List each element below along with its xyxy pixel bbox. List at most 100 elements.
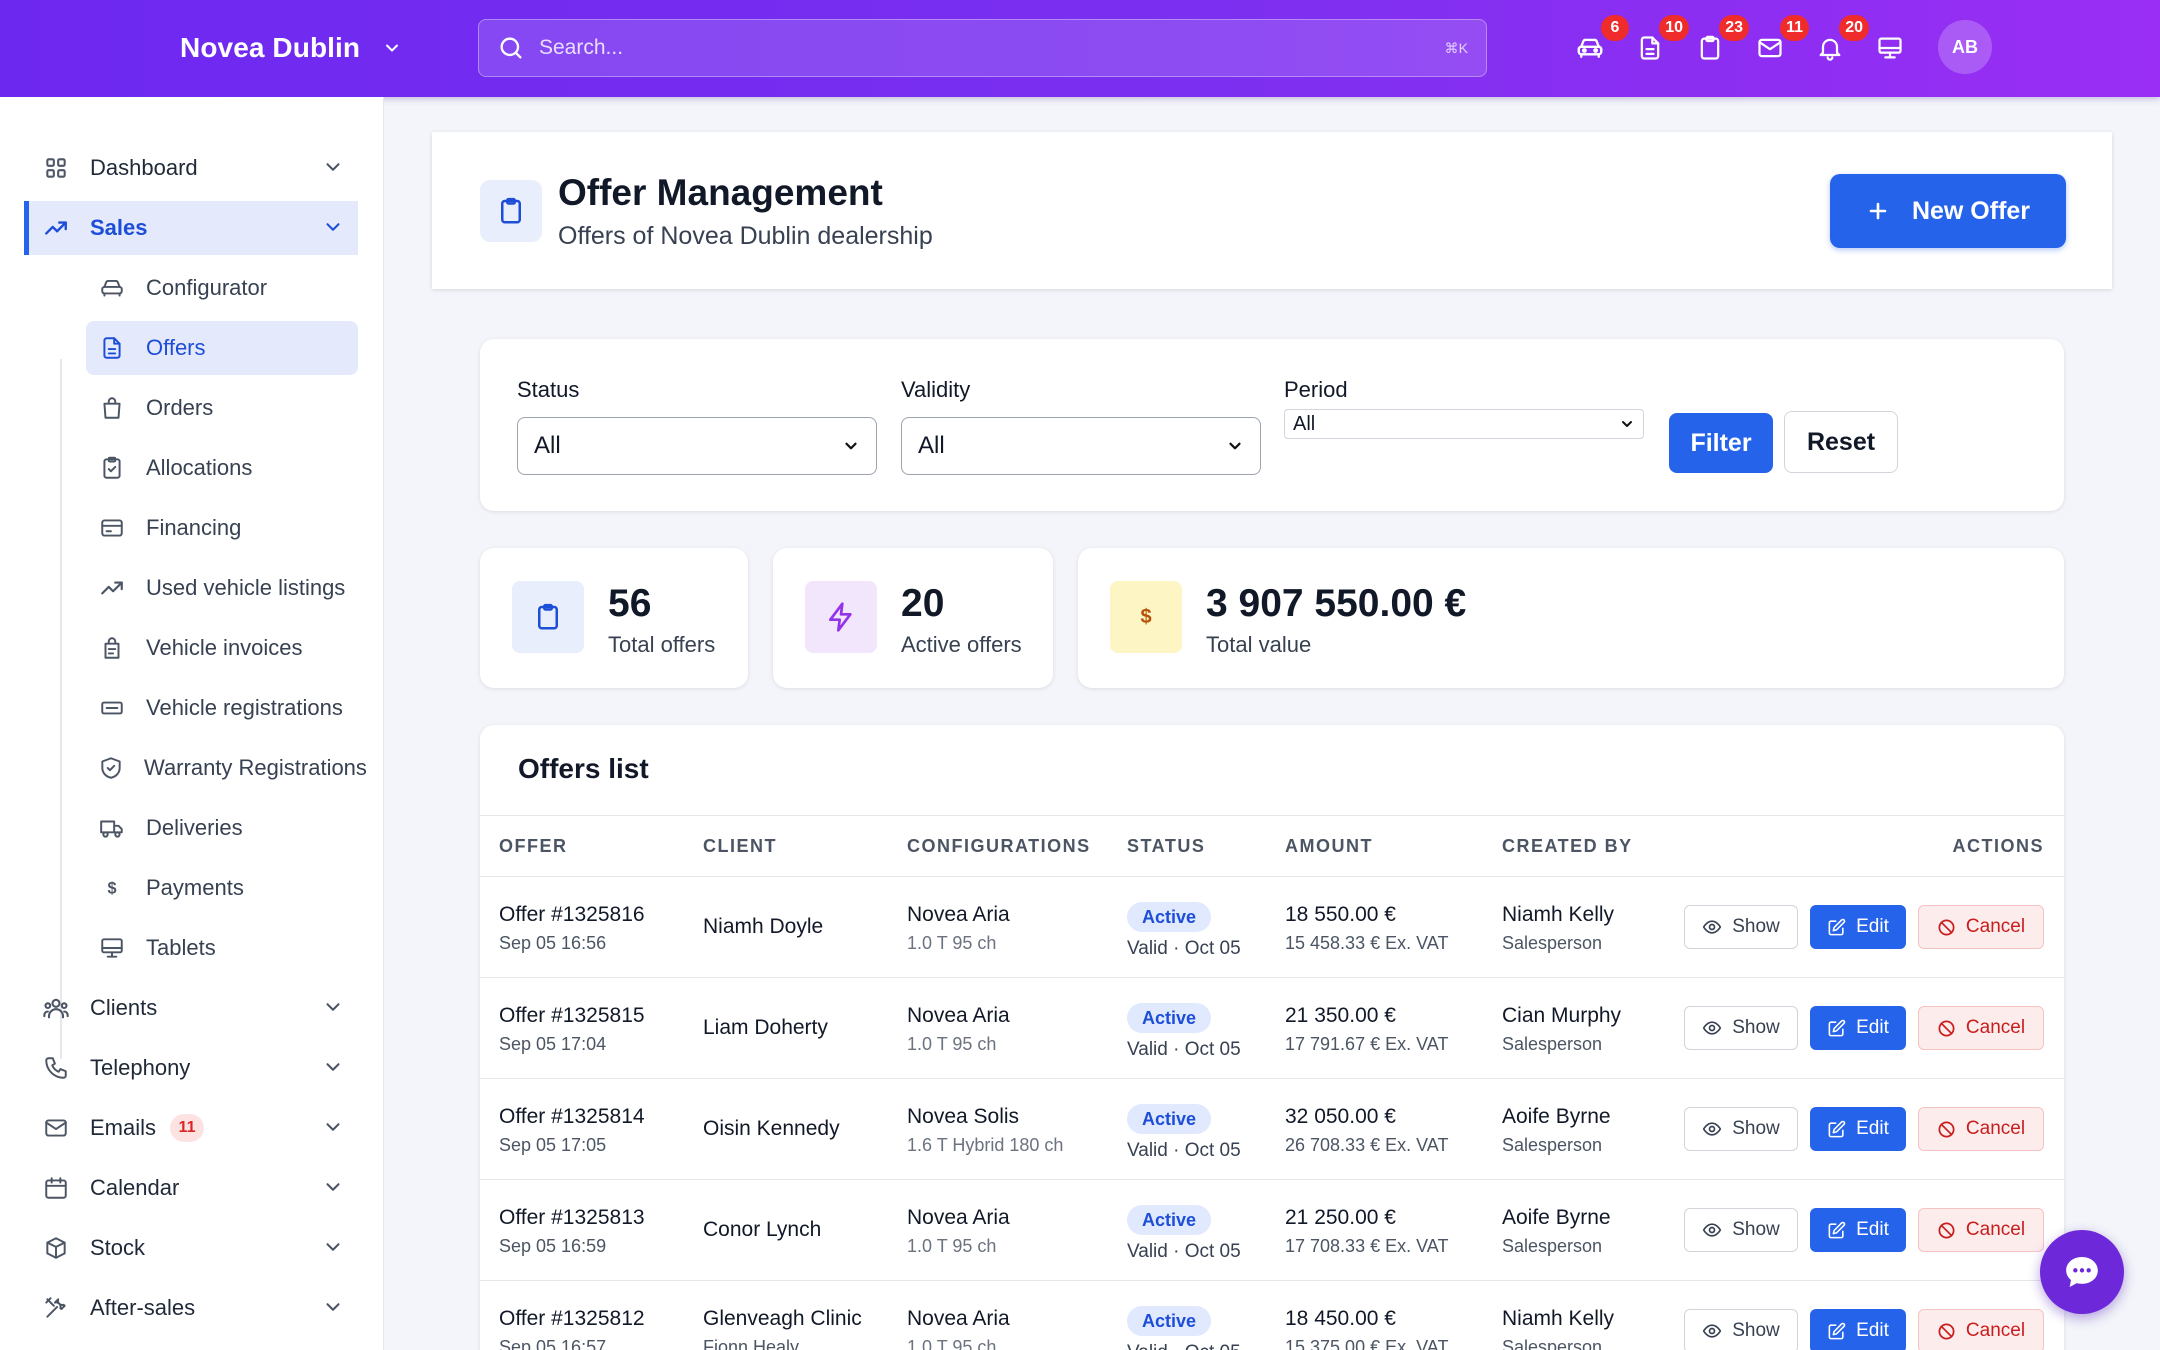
sidebar-item-orders[interactable]: Orders [86, 381, 358, 435]
edit-button[interactable]: Edit [1810, 905, 1906, 949]
box-icon [42, 1234, 70, 1262]
sidebar-item-telephony[interactable]: Telephony [24, 1041, 358, 1095]
user-avatar[interactable]: AB [1938, 20, 1992, 74]
period-select[interactable]: All [1284, 409, 1644, 439]
cancel-label: Cancel [1965, 1017, 2026, 1038]
cancel-label: Cancel [1965, 1118, 2026, 1139]
sidebar-item-financing[interactable]: Financing [86, 501, 358, 555]
client-name[interactable]: Glenveagh Clinic [703, 1307, 862, 1331]
sidebar-item-tablets[interactable]: Tablets [86, 921, 358, 975]
mail-icon[interactable]: 11 [1751, 15, 1809, 67]
cancel-label: Cancel [1965, 916, 2026, 937]
document-icon[interactable]: 10 [1631, 15, 1689, 67]
client-name[interactable]: Liam Doherty [703, 1016, 828, 1040]
show-label: Show [1732, 1118, 1780, 1139]
sidebar-item-clients[interactable]: Clients [24, 981, 358, 1035]
created-by-name: Aoife Byrne [1502, 1105, 1611, 1128]
validity-select[interactable]: All [901, 417, 1261, 475]
credit-card-icon [98, 514, 126, 542]
status-select[interactable]: All [517, 417, 877, 475]
offer-number[interactable]: Offer #1325813 [499, 1206, 645, 1230]
sidebar-item-emails[interactable]: Emails 11 [24, 1101, 358, 1155]
status-badge: Active [1127, 902, 1212, 932]
dealership-switcher[interactable]: Novea Dublin [180, 27, 402, 69]
column-header: STATUS [1127, 836, 1206, 856]
offer-date: Sep 05 17:04 [499, 1034, 607, 1054]
cancel-button[interactable]: Cancel [1918, 1107, 2044, 1151]
offers-list-card: Offers list OFFER CLIENT CONFIGURATIONS … [480, 725, 2064, 1350]
show-label: Show [1732, 916, 1780, 937]
filter-button[interactable]: Filter [1669, 413, 1773, 473]
sidebar-item-vehicle-registrations[interactable]: Vehicle registrations [86, 681, 358, 735]
notification-badge: 6 [1601, 15, 1629, 41]
show-button[interactable]: Show [1684, 905, 1798, 949]
show-button[interactable]: Show [1684, 1107, 1798, 1151]
created-by-name: Niamh Kelly [1502, 903, 1615, 926]
shopping-bag-icon [98, 394, 126, 422]
sidebar-item-used-vehicle-listings[interactable]: Used vehicle listings [86, 561, 358, 615]
column-header: OFFER [499, 836, 568, 856]
grid-icon [42, 154, 70, 182]
offer-date: Sep 05 16:59 [499, 1236, 607, 1256]
new-offer-button[interactable]: New Offer [1830, 174, 2066, 248]
offer-number[interactable]: Offer #1325814 [499, 1105, 645, 1129]
created-by-name: Cian Murphy [1502, 1004, 1622, 1027]
show-label: Show [1732, 1219, 1780, 1240]
edit-button[interactable]: Edit [1810, 1309, 1906, 1350]
client-name[interactable]: Conor Lynch [703, 1218, 821, 1242]
clipboard-icon[interactable]: 23 [1691, 15, 1749, 67]
cancel-button[interactable]: Cancel [1918, 1208, 2044, 1252]
stat-card-total-offers: 56 Total offers [480, 548, 748, 688]
offer-amount-ex-vat: 17 708.33 € Ex. VAT [1285, 1236, 1449, 1256]
sidebar-item-allocations[interactable]: Allocations [86, 441, 358, 495]
chevron-down-icon [842, 437, 860, 455]
client-name[interactable]: Oisin Kennedy [703, 1117, 840, 1141]
sidebar-item-after-sales[interactable]: After-sales [24, 1281, 358, 1335]
sidebar-item-payments[interactable]: $ Payments [86, 861, 358, 915]
edit-button[interactable]: Edit [1810, 1006, 1906, 1050]
column-header: CONFIGURATIONS [907, 836, 1091, 856]
offer-number[interactable]: Offer #1325816 [499, 903, 645, 927]
column-header: ACTIONS [1952, 836, 2044, 856]
sidebar-item-offers[interactable]: Offers [86, 321, 358, 375]
cancel-button[interactable]: Cancel [1918, 1006, 2044, 1050]
sidebar-item-configurator[interactable]: Configurator [86, 261, 358, 315]
sidebar-item-sales[interactable]: Sales [24, 201, 358, 255]
ban-icon [1937, 1322, 1956, 1341]
offer-number[interactable]: Offer #1325812 [499, 1307, 645, 1331]
chevron-down-icon [322, 156, 344, 178]
chat-button[interactable] [2040, 1230, 2124, 1314]
offer-number[interactable]: Offer #1325815 [499, 1004, 645, 1028]
created-by-role: Salesperson [1502, 1337, 1603, 1350]
edit-button[interactable]: Edit [1810, 1107, 1906, 1151]
created-by-role: Salesperson [1502, 933, 1603, 953]
validity-date: Valid · Oct 05 [1127, 1140, 1241, 1161]
validity-select-value: All [918, 432, 945, 459]
search-bar[interactable]: ⌘K [478, 19, 1487, 77]
offer-date: Sep 05 16:56 [499, 933, 607, 953]
bell-icon[interactable]: 20 [1811, 15, 1869, 67]
show-button[interactable]: Show [1684, 1208, 1798, 1252]
sidebar-item-vehicle-invoices[interactable]: Vehicle invoices [86, 621, 358, 675]
sidebar-item-stock[interactable]: Stock [24, 1221, 358, 1275]
vehicle-engine: 1.0 T 95 ch [907, 1034, 997, 1054]
search-input[interactable] [539, 36, 1445, 60]
sidebar-item-label: Payments [146, 875, 244, 900]
monitor-icon[interactable] [1871, 29, 1909, 67]
reset-button[interactable]: Reset [1784, 411, 1898, 473]
clipboard-check-icon [98, 454, 126, 482]
show-button[interactable]: Show [1684, 1006, 1798, 1050]
offer-amount: 32 050.00 € [1285, 1105, 1396, 1128]
sidebar-item-calendar[interactable]: Calendar [24, 1161, 358, 1215]
car-icon[interactable]: 6 [1571, 15, 1629, 67]
sidebar-item-dashboard[interactable]: Dashboard [24, 141, 358, 195]
cancel-button[interactable]: Cancel [1918, 1309, 2044, 1350]
show-button[interactable]: Show [1684, 1309, 1798, 1350]
edit-button[interactable]: Edit [1810, 1208, 1906, 1252]
cancel-button[interactable]: Cancel [1918, 905, 2044, 949]
sidebar-item-deliveries[interactable]: Deliveries [86, 801, 358, 855]
sidebar-item-warranty-registrations[interactable]: Warranty Registrations [86, 741, 367, 795]
client-name[interactable]: Niamh Doyle [703, 915, 823, 939]
notification-badge: 23 [1719, 15, 1749, 41]
eye-icon [1702, 1018, 1722, 1038]
